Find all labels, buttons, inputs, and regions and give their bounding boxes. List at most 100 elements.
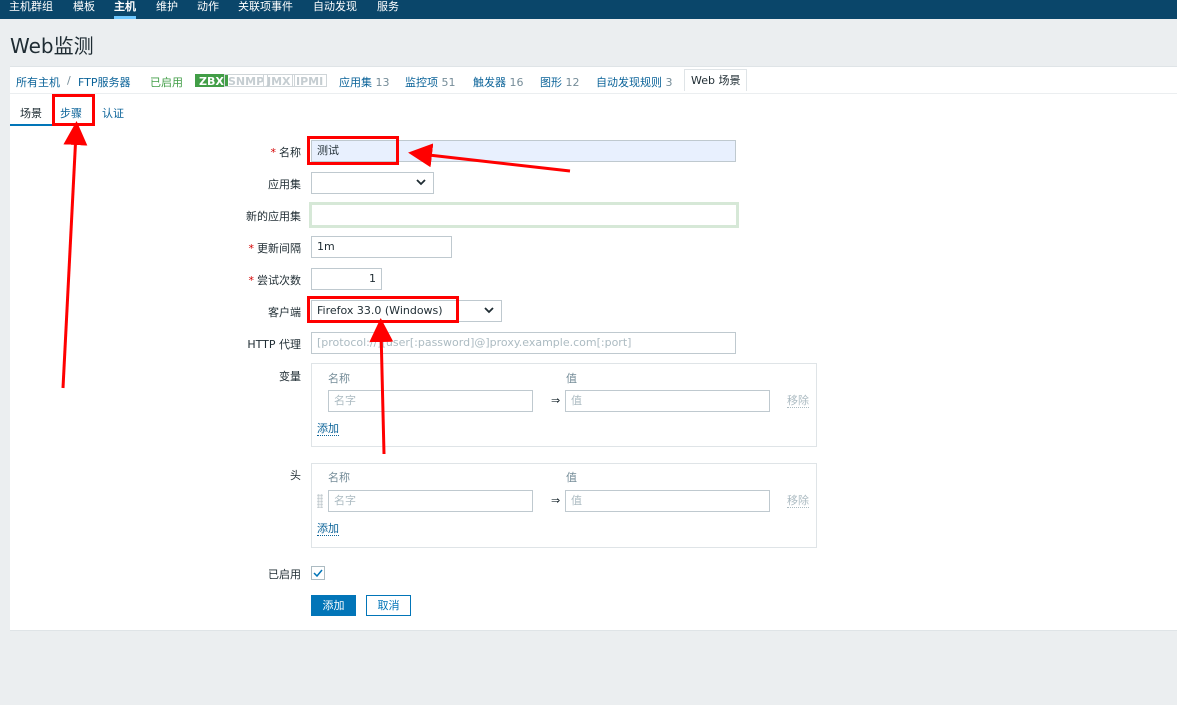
- headers-label: 头: [290, 469, 301, 482]
- link-graphs-label: 图形: [540, 76, 562, 89]
- variable-add-button[interactable]: 添加: [317, 423, 339, 436]
- required-mark: *: [270, 146, 277, 159]
- arrow-right-icon: ⇒: [551, 494, 561, 507]
- form-panel: * 名称 测试 应用集 新的应用集 * 更新间隔 1m * 尝试次数 1 客户端 Fi…: [10, 126, 1177, 631]
- badge-snmp: SNMP: [224, 74, 269, 88]
- header-name-placeholder: 名字: [334, 494, 356, 507]
- http-proxy-input[interactable]: [protocol://][user[:password]@]proxy.exa…: [311, 332, 736, 354]
- headers-col-value: 值: [566, 471, 577, 484]
- link-web-scenarios[interactable]: Web 场景: [684, 69, 748, 91]
- link-applications-label: 应用集: [339, 76, 372, 89]
- label-row-attempts: * 尝试次数: [10, 272, 302, 288]
- link-graphs-count: 12: [565, 76, 580, 89]
- link-items-label: 监控项: [405, 76, 438, 89]
- label-row-new-application: 新的应用集: [10, 208, 301, 224]
- link-items[interactable]: 监控项 51: [405, 74, 456, 90]
- headers-table: 名称 值 名字 ⇒ 值 移除 添加: [311, 463, 817, 548]
- application-label: 应用集: [268, 178, 301, 191]
- required-mark: *: [248, 274, 255, 287]
- link-discovery-rules[interactable]: 自动发现规则 3: [596, 74, 673, 90]
- link-triggers[interactable]: 触发器 16: [473, 74, 524, 90]
- attempts-input[interactable]: 1: [311, 268, 382, 290]
- link-triggers-label: 触发器: [473, 76, 506, 89]
- tab-authentication[interactable]: 认证: [102, 105, 124, 121]
- variable-value-input[interactable]: 值: [565, 390, 770, 412]
- nav-hosts[interactable]: 主机: [114, 0, 136, 19]
- link-applications-count: 13: [375, 76, 390, 89]
- new-application-label: 新的应用集: [246, 210, 301, 223]
- header-add-button[interactable]: 添加: [317, 523, 339, 536]
- badge-zbx: ZBX: [195, 74, 228, 88]
- label-row-agent: 客户端: [10, 304, 301, 320]
- label-row-update-interval: * 更新间隔: [10, 240, 302, 256]
- attempts-label: * 尝试次数: [249, 272, 302, 288]
- host-status-enabled[interactable]: 已启用: [150, 74, 183, 90]
- variable-remove-button[interactable]: 移除: [787, 395, 809, 408]
- label-row-variables: 变量: [10, 368, 301, 384]
- breadcrumb-separator: /: [67, 74, 71, 87]
- name-label-text: 名称: [279, 146, 301, 159]
- form-tabs: 场景 步骤 认证: [10, 93, 1177, 127]
- drag-handle-icon[interactable]: [317, 494, 323, 508]
- checkmark-icon: [313, 569, 323, 578]
- new-application-input[interactable]: [309, 202, 739, 228]
- badge-ipmi: IPMI: [292, 74, 328, 88]
- highlight-steps-tab: [52, 94, 95, 126]
- nav-host-groups[interactable]: 主机群组: [9, 0, 53, 19]
- label-row-http-proxy: HTTP 代理: [10, 336, 301, 352]
- nav-actions[interactable]: 动作: [197, 0, 219, 19]
- http-proxy-label: HTTP 代理: [247, 338, 301, 351]
- agent-label: 客户端: [268, 306, 301, 319]
- label-row-headers: 头: [10, 467, 301, 483]
- link-discovery-label: 自动发现规则: [596, 76, 662, 89]
- variables-col-value: 值: [566, 372, 577, 385]
- cancel-button[interactable]: 取消: [366, 595, 411, 616]
- nav-services[interactable]: 服务: [377, 0, 399, 19]
- header-value-input[interactable]: 值: [565, 490, 770, 512]
- variables-label: 变量: [279, 370, 301, 383]
- nav-discovery[interactable]: 自动发现: [313, 0, 357, 19]
- link-applications[interactable]: 应用集 13: [339, 74, 390, 90]
- variables-col-name: 名称: [328, 372, 350, 385]
- label-row-application: 应用集: [10, 176, 301, 192]
- variable-name-placeholder: 名字: [334, 394, 356, 407]
- update-interval-label-text: 更新间隔: [257, 242, 301, 255]
- label-row-name: * 名称: [10, 144, 302, 160]
- host-navigation: 所有主机 / FTP服务器 已启用 ZBX SNMP JMX IPMI 应用集 …: [10, 66, 1177, 93]
- link-graphs[interactable]: 图形 12: [540, 74, 580, 90]
- top-navigation: 主机群组 模板 主机 维护 动作 关联项事件 自动发现 服务: [0, 0, 1177, 19]
- page-title: Web监测: [10, 34, 94, 58]
- label-row-enabled: 已启用: [10, 566, 301, 582]
- required-mark: *: [248, 242, 255, 255]
- header-value-placeholder: 值: [571, 494, 582, 507]
- variable-name-input[interactable]: 名字: [328, 390, 533, 412]
- enabled-label: 已启用: [268, 568, 301, 581]
- link-triggers-count: 16: [509, 76, 524, 89]
- nav-maintenance[interactable]: 维护: [156, 0, 178, 19]
- highlight-name-field: [307, 136, 399, 165]
- http-proxy-placeholder: [protocol://][user[:password]@]proxy.exa…: [317, 336, 632, 349]
- header-name-input[interactable]: 名字: [328, 490, 533, 512]
- header-remove-button[interactable]: 移除: [787, 495, 809, 508]
- nav-event-correlation[interactable]: 关联项事件: [238, 0, 293, 19]
- enabled-checkbox[interactable]: [311, 566, 325, 580]
- headers-col-name: 名称: [328, 471, 350, 484]
- tab-scenario[interactable]: 场景: [10, 105, 52, 126]
- attempts-label-text: 尝试次数: [257, 274, 301, 287]
- update-interval-input[interactable]: 1m: [311, 236, 452, 258]
- nav-templates[interactable]: 模板: [73, 0, 95, 19]
- badge-jmx: JMX: [263, 74, 295, 88]
- chevron-down-icon: [484, 307, 494, 314]
- add-button[interactable]: 添加: [311, 595, 356, 616]
- highlight-agent-field: [307, 296, 459, 323]
- variable-value-placeholder: 值: [571, 394, 582, 407]
- variables-table: 名称 值 名字 ⇒ 值 移除 添加: [311, 363, 817, 447]
- breadcrumb-host[interactable]: FTP服务器: [78, 74, 131, 90]
- name-label: * 名称: [271, 144, 302, 160]
- arrow-right-icon: ⇒: [551, 394, 561, 407]
- link-items-count: 51: [441, 76, 456, 89]
- update-interval-label: * 更新间隔: [249, 240, 302, 256]
- breadcrumb-all-hosts[interactable]: 所有主机: [16, 74, 60, 90]
- link-discovery-count: 3: [665, 76, 673, 89]
- application-select[interactable]: [311, 172, 434, 194]
